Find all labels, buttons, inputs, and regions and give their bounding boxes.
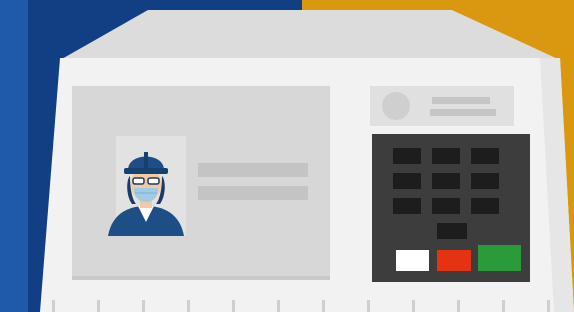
info-panel-bar-1: [432, 97, 490, 104]
blank-key[interactable]: [396, 250, 429, 271]
key-3[interactable]: [471, 148, 499, 164]
voting-machine-illustration: [40, 10, 574, 312]
key-6[interactable]: [471, 173, 499, 189]
candidate-info-bar-2: [198, 186, 308, 200]
candidate-info-bar-1: [198, 163, 308, 177]
key-1[interactable]: [393, 148, 421, 164]
correct-key[interactable]: [437, 250, 471, 271]
key-0[interactable]: [437, 223, 467, 239]
key-2[interactable]: [432, 148, 460, 164]
info-panel-circle: [382, 92, 410, 120]
key-7[interactable]: [393, 198, 421, 214]
key-4[interactable]: [393, 173, 421, 189]
screen-shadow: [72, 276, 330, 280]
key-8[interactable]: [432, 198, 460, 214]
screen: [72, 86, 330, 280]
key-5[interactable]: [432, 173, 460, 189]
machine-lid: [60, 10, 560, 60]
key-9[interactable]: [471, 198, 499, 214]
confirm-key[interactable]: [478, 245, 521, 271]
info-panel-bar-2: [430, 109, 496, 116]
